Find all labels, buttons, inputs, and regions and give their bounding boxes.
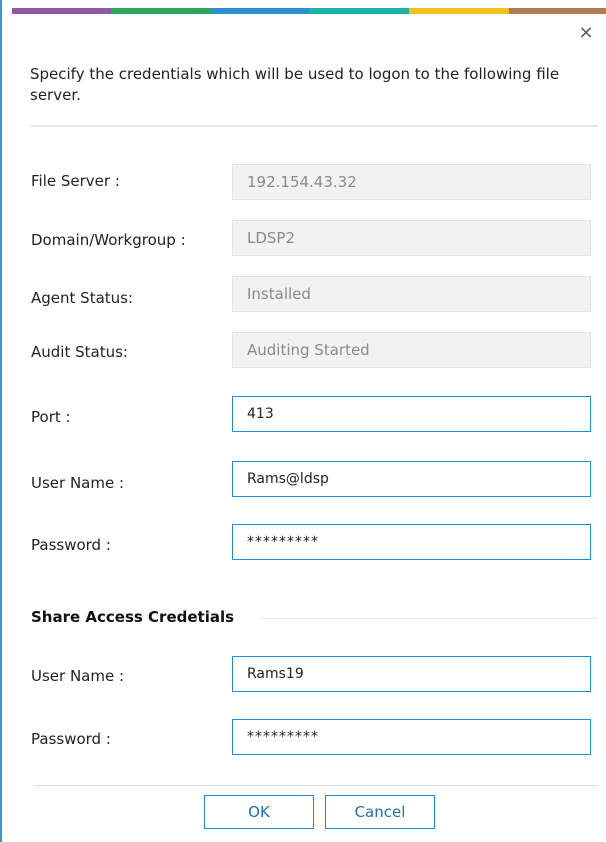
color-strip-segment [111,8,211,14]
password-label: Password : [31,536,111,554]
color-strip-segment [12,8,112,14]
port-input[interactable]: 413 [232,396,591,432]
close-icon[interactable]: × [574,20,598,44]
agent-status-field: Installed [232,276,591,312]
credentials-dialog: × Specify the credentials which will be … [0,0,606,842]
user-name-input[interactable]: Rams@ldsp [232,461,591,497]
divider [30,125,598,127]
ok-button[interactable]: OK [204,795,314,829]
share-user-name-label: User Name : [31,667,125,685]
port-label: Port : [31,408,71,426]
color-strip-segment [409,8,509,14]
user-name-label: User Name : [31,474,125,492]
color-strip-segment [309,8,410,14]
footer-divider [34,785,598,786]
cancel-button[interactable]: Cancel [325,795,435,829]
file-server-label: File Server : [31,172,120,190]
share-access-heading: Share Access Credetials [31,608,235,626]
section-divider [260,618,598,619]
color-strip-segment [508,8,606,14]
file-server-field: 192.154.43.32 [232,164,591,200]
audit-status-field: Auditing Started [232,332,591,368]
share-password-input[interactable]: ********* [232,719,591,755]
share-user-name-input[interactable]: Rams19 [232,656,591,692]
dialog-instructions: Specify the credentials which will be us… [30,65,560,104]
password-input[interactable]: ********* [232,524,591,560]
agent-status-label: Agent Status: [31,289,134,307]
domain-label: Domain/Workgroup : [31,231,186,249]
domain-field: LDSP2 [232,220,591,256]
color-strip [12,8,606,14]
share-password-label: Password : [31,730,111,748]
audit-status-label: Audit Status: [31,343,128,361]
color-strip-segment [210,8,310,14]
